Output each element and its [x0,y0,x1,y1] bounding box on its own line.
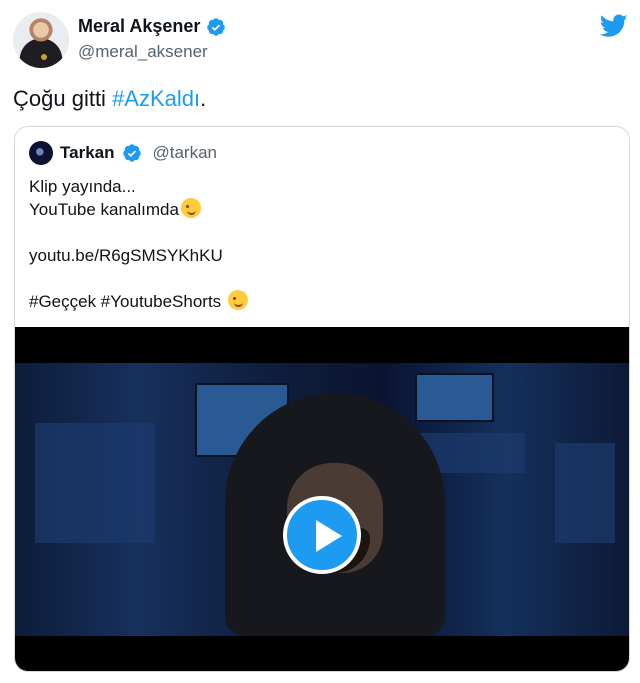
verified-badge-icon [207,17,226,36]
verified-badge-icon [122,144,141,162]
brooch-mark [41,54,47,60]
quoted-line: #Geççek #YoutubeShorts [29,290,248,313]
twitter-bird-icon[interactable] [600,14,628,38]
quoted-header: Tarkan @tarkan [29,141,217,165]
background-rack [35,423,155,543]
video-thumbnail [15,363,629,636]
quoted-avatar[interactable] [29,141,53,165]
tweet-text-suffix: . [200,86,207,111]
quoted-line: Klip yayında... [29,177,136,196]
quoted-tweet[interactable]: Tarkan @tarkan Klip yayında... YouTube k… [14,126,630,672]
quoted-line-text: YouTube kanalımda [29,200,179,219]
quoted-body: Klip yayında... YouTube kanalımda youtu.… [29,175,248,313]
face-blowing-kiss-emoji [227,290,248,310]
author-handle[interactable]: @meral_aksener [78,42,208,62]
quoted-line [29,267,248,290]
author-avatar[interactable] [13,12,69,68]
winking-face-emoji [180,198,201,218]
tweet-text-prefix: Çoğu gitti [13,86,113,111]
play-icon[interactable] [283,496,361,574]
video-player[interactable] [15,327,629,671]
quoted-line: YouTube kanalımda [29,198,248,221]
background-rack [555,443,615,543]
quoted-handle[interactable]: @tarkan [153,143,218,163]
author-name-row: Meral Akşener [78,16,226,37]
hashtag-link[interactable]: #AzKaldı [112,86,200,111]
quoted-line [29,221,248,244]
quoted-link[interactable]: youtu.be/R6gSMSYKhKU [29,244,248,267]
tweet-card: Meral Akşener @meral_aksener Çoğu gitti … [0,0,640,683]
quoted-hashtags[interactable]: #Geççek #YoutubeShorts [29,292,226,311]
author-display-name[interactable]: Meral Akşener [78,16,200,37]
background-monitor [415,373,494,422]
quoted-display-name[interactable]: Tarkan [60,143,115,163]
tweet-text: Çoğu gitti #AzKaldı. [13,86,206,112]
